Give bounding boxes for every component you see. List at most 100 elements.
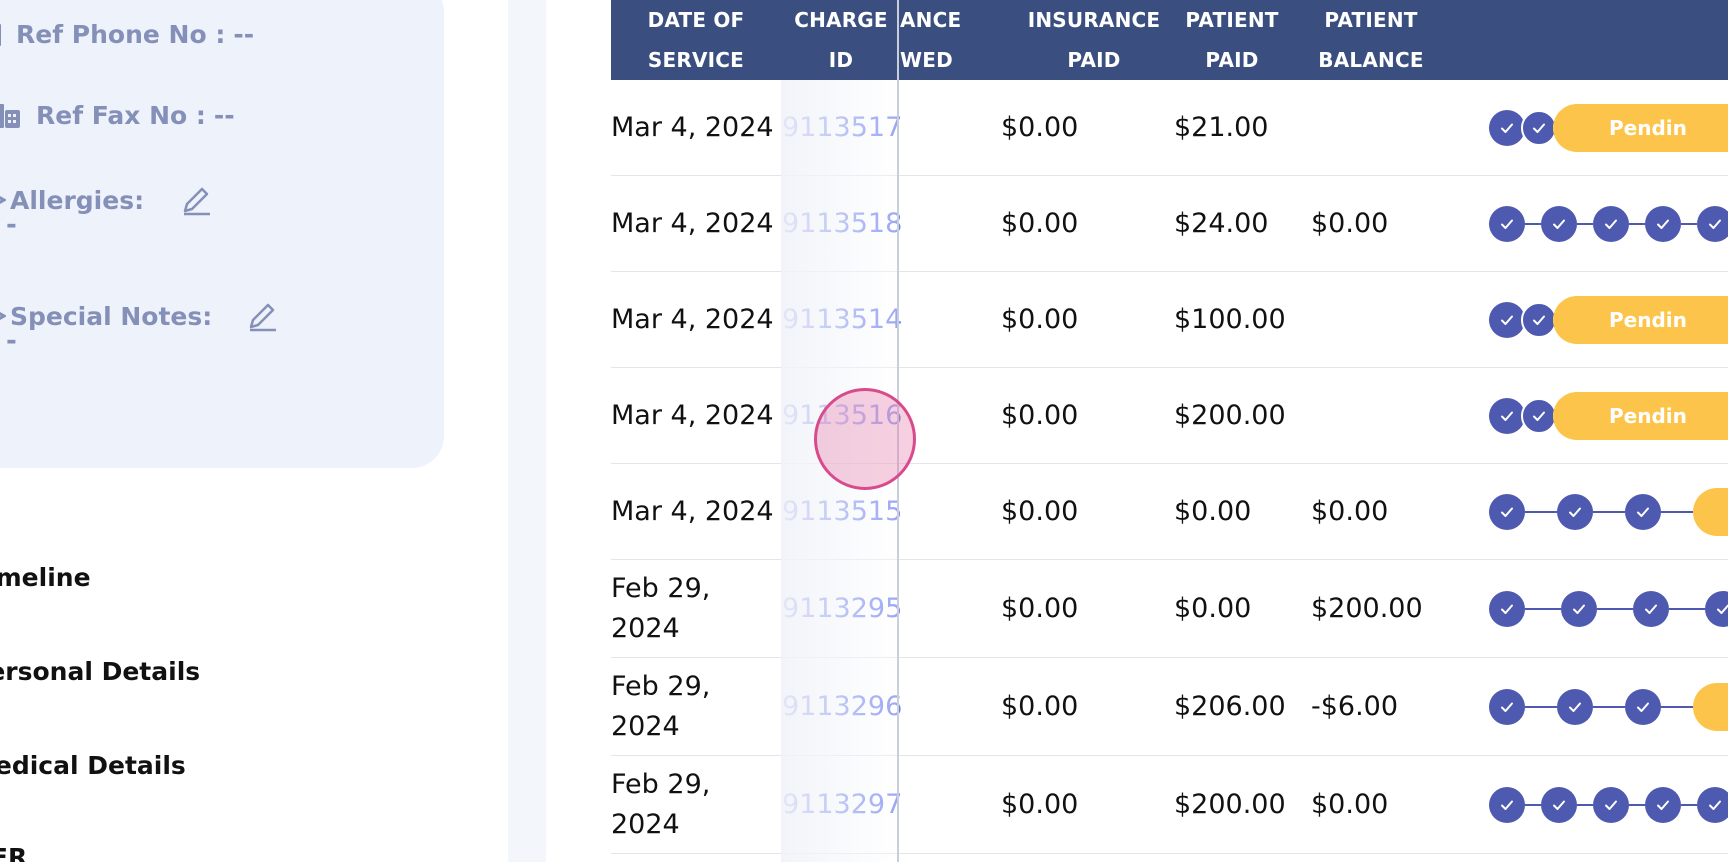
step-connector [1577,223,1593,225]
check-icon [1489,110,1525,146]
step-connector [1681,804,1697,806]
step-connector [1661,706,1693,708]
nav-her[interactable]: HER [0,843,27,862]
col-date-of-service[interactable]: DATE OF SERVICE [611,0,781,80]
step-connector [1661,511,1693,513]
check-icon [1697,206,1728,242]
cell-patient-paid: $100.00 [1174,304,1286,335]
status-tracker[interactable] [1489,683,1728,731]
cell-date: Feb 29, 2024 [611,572,711,644]
check-icon [1697,787,1728,823]
cell-patient-balance: -$6.00 [1311,691,1399,722]
col-date-line1: DATE OF [647,8,745,32]
cell-insurance-paid: $0.00 [1001,789,1079,820]
step-connector [1629,223,1645,225]
nav-personal-details[interactable]: Personal Details [0,657,200,686]
status-tracker[interactable] [1489,585,1728,633]
col-balance-line1: PATIENT [1324,8,1418,32]
nav-timeline[interactable]: Timeline [0,563,91,592]
cell-patient-paid: $0.00 [1174,593,1252,624]
col-balance-line2: BALANCE [1318,48,1424,72]
step-connector [1525,608,1561,610]
col-charge-id[interactable]: CHARGE ID [782,0,900,80]
step-connector [1525,223,1541,225]
allergies-row: Allergies: [0,184,212,216]
col-date-line2: SERVICE [647,48,745,72]
click-indicator [814,388,916,490]
cell-patient-paid: $200.00 [1174,400,1286,431]
col-charge-line2: ID [828,48,854,72]
table-row: Mar 4, 20249113515$0.00$0.00$0.00 [611,464,1728,560]
check-icon [1633,591,1669,627]
edit-special-notes-icon[interactable] [246,300,278,332]
status-pill-pending[interactable]: Pendin [1553,392,1728,440]
status-pill[interactable] [1693,488,1728,536]
cell-insurance-paid: $0.00 [1001,400,1079,431]
status-tracker[interactable]: Pendin [1489,392,1728,440]
cell-date: Mar 4, 2024 [611,400,774,431]
check-icon [1521,398,1557,434]
charges-table: DATE OF SERVICE CHARGE ID ANCE WED INSUR… [611,0,1728,862]
check-icon [1541,206,1577,242]
step-connector [1593,511,1625,513]
cell-date: Feb 29, 2024 [611,768,711,840]
ref-phone-value: -- [233,20,255,49]
check-icon [1489,494,1525,530]
status-tracker[interactable]: Pendin [1489,104,1728,152]
cell-patient-paid: $0.00 [1174,496,1252,527]
status-tracker[interactable] [1489,200,1728,248]
check-icon [1489,206,1525,242]
col-ins-paid-line2: PAID [1067,48,1121,72]
col-patient-balance[interactable]: PATIENT BALANCE [1311,0,1431,80]
check-icon [1561,591,1597,627]
cell-patient-paid: $200.00 [1174,789,1286,820]
patient-info-card [0,0,444,468]
status-pill[interactable] [1693,683,1728,731]
check-icon [1625,494,1661,530]
step-connector [1577,804,1593,806]
col-pt-paid-line2: PAID [1205,48,1259,72]
cell-date: Mar 4, 2024 [611,496,774,527]
status-tracker[interactable] [1489,488,1728,536]
step-connector [1597,608,1633,610]
step-connector [1525,804,1541,806]
nav-medical-details[interactable]: Medical Details [0,751,186,780]
col-insurance-allowed[interactable]: ANCE WED [900,0,970,80]
check-icon [1645,206,1681,242]
app-root: Ref Phone No : -- Ref Fax No : -- Allerg… [0,0,1728,862]
col-allowed-line1: ANCE [900,8,962,32]
cell-insurance-paid: $0.00 [1001,691,1079,722]
edit-allergies-icon[interactable] [180,184,212,216]
check-icon [1521,302,1557,338]
check-icon [1489,689,1525,725]
cell-patient-paid: $21.00 [1174,112,1269,143]
cell-date: Feb 29, 2024 [611,670,711,742]
step-connector [1525,511,1557,513]
col-allowed-line2: WED [900,48,953,72]
ref-fax-row: Ref Fax No : -- [0,101,235,130]
cell-date: Mar 4, 2024 [611,304,774,335]
check-icon [1625,689,1661,725]
check-icon [1557,689,1593,725]
status-tracker[interactable] [1489,781,1728,829]
check-icon [1557,494,1593,530]
cell-insurance-paid: $0.00 [1001,593,1079,624]
status-tracker[interactable]: Pendin [1489,296,1728,344]
col-patient-paid[interactable]: PATIENT PAID [1177,0,1287,80]
check-icon [1705,591,1728,627]
cell-patient-balance: $200.00 [1311,593,1423,624]
cell-insurance-paid: $0.00 [1001,112,1079,143]
special-notes-label: Special Notes: [10,301,213,331]
status-pill-pending[interactable]: Pendin [1553,296,1728,344]
status-pill-pending[interactable]: Pendin [1553,104,1728,152]
step-connector [1629,804,1645,806]
check-icon [1489,302,1525,338]
check-icon [1645,787,1681,823]
special-notes-row: Special Notes: [0,300,278,332]
col-insurance-paid[interactable]: INSURANCE PAID [1011,0,1177,80]
table-row: Mar 4, 20249113516$0.00$200.00Pendin [611,368,1728,464]
ref-fax-label: Ref Fax No : [36,101,206,130]
list-bullet-icon [0,190,6,210]
ref-fax-value: -- [213,101,235,130]
cell-insurance-paid: $0.00 [1001,208,1079,239]
